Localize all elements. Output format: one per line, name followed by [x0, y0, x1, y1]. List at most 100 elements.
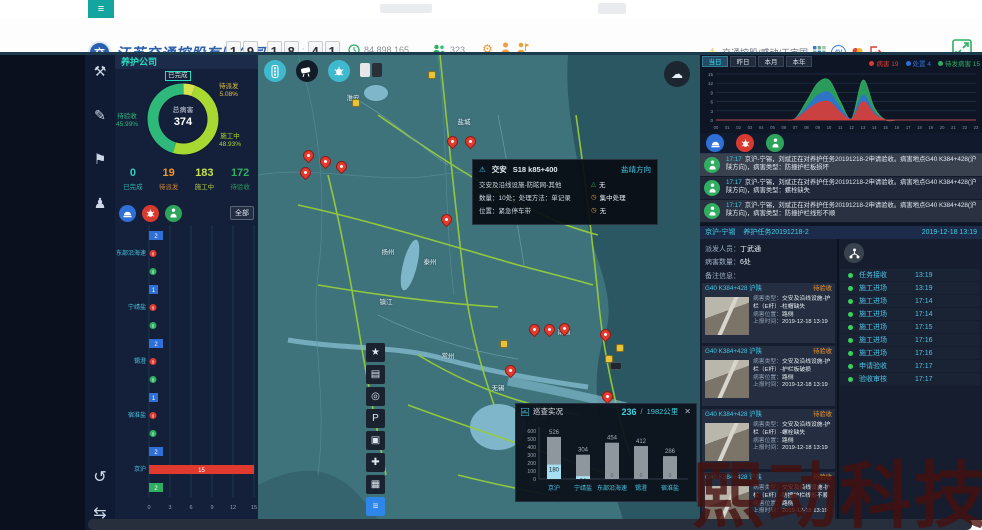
timeline-step-time: 17:16	[915, 337, 933, 344]
svg-text:20: 20	[940, 125, 945, 130]
date-tab[interactable]: 本月	[758, 56, 784, 67]
defect-pin-marker[interactable]	[439, 212, 455, 228]
defect-card[interactable]: G40 K384+428 沪陕待验收病害类型：交安及沿线设施-护栏（E杆）-护栏…	[702, 346, 835, 406]
camera-marker[interactable]	[500, 340, 508, 348]
traffic-signal-button[interactable]	[264, 60, 286, 82]
undo-icon[interactable]: ↺	[85, 467, 115, 487]
date-tab[interactable]: 本年	[786, 56, 812, 67]
event-time: 17:17	[726, 156, 742, 163]
route-maintenance-icon[interactable]: ⚒	[85, 63, 115, 80]
defect-pin-marker[interactable]	[301, 148, 317, 164]
timeline-row[interactable]: 施工进场17:14	[840, 295, 980, 307]
add-icon[interactable]: ✚	[366, 453, 385, 472]
vehicle-marker[interactable]	[610, 362, 622, 370]
clock-icon: ◷	[591, 193, 597, 201]
timeline-row[interactable]: 施工进场17:14	[840, 308, 980, 320]
camera-button[interactable]	[296, 60, 318, 82]
worker-tab-button[interactable]	[766, 134, 784, 152]
defect-pin-marker[interactable]	[600, 389, 616, 405]
defect-pin-marker[interactable]	[503, 363, 519, 379]
defect-photo[interactable]	[705, 360, 749, 398]
timeline-row[interactable]: 施工进场13:19	[840, 282, 980, 294]
patrol-popup: 巡查实况 236 / 1982公里 ✕ 01002003004005006005…	[515, 403, 697, 502]
event-row[interactable]: 17:17京沪-宁锡，刘斌正在对养护任务20191218-2申请验收。病害地点G…	[700, 200, 982, 223]
patrol-total-km: 1982公里	[647, 406, 679, 417]
locate-icon[interactable]: ◎	[366, 387, 385, 406]
construction-flag-icon[interactable]: ⚑	[85, 151, 115, 168]
alarm-tab-button[interactable]	[706, 134, 724, 152]
timeline-step-label: 施工进场	[859, 322, 915, 332]
inspection-search-icon[interactable]: ✎	[85, 107, 115, 124]
panel-icon	[521, 408, 529, 416]
camera-marker[interactable]	[352, 99, 360, 107]
menu-icon[interactable]: ≡	[366, 497, 385, 516]
timeline-row[interactable]: 施工进场17:16	[840, 334, 980, 346]
defect-pin-marker[interactable]	[527, 322, 543, 338]
defect-tab-button[interactable]	[736, 134, 754, 152]
svg-text:11: 11	[838, 125, 843, 130]
defect-pin-marker[interactable]	[463, 134, 479, 150]
parking-icon[interactable]: P	[366, 409, 385, 428]
timeline-row[interactable]: 申请验收17:17	[840, 360, 980, 372]
card-status-badge: 待验收	[813, 409, 832, 420]
defect-map-button[interactable]	[328, 60, 350, 82]
event-row[interactable]: 17:17京沪-宁锡，刘斌正在对养护任务20191218-2申请验收。病害地点G…	[700, 177, 982, 200]
close-icon[interactable]: ✕	[684, 407, 691, 416]
toggle-dark-icon	[372, 63, 382, 77]
date-tab[interactable]: 昨日	[730, 56, 756, 67]
all-filter-button[interactable]: 全部	[230, 206, 254, 220]
defect-photo[interactable]	[705, 297, 749, 335]
defect-card[interactable]: G40 K384+428 沪陕待验收病害类型：交安及沿线设施-护栏（E杆）-防撞…	[702, 472, 835, 520]
svg-text:19: 19	[928, 125, 933, 130]
svg-text:180: 180	[549, 468, 560, 474]
vertical-divider	[837, 239, 839, 520]
defect-photo[interactable]	[705, 486, 749, 520]
map-container[interactable]: 淮安盐城扬州泰州镇江南通常州无锡苏州上海 ☁ ★ ▤ ◎ P ▣ ✚ ▦ ≡	[258, 55, 700, 520]
donut-label-pending: 待派发5.08%	[219, 83, 239, 99]
defect-photo[interactable]	[705, 423, 749, 461]
event-type-tabs	[700, 133, 982, 154]
defect-card[interactable]: G40 K384+428 沪陕待验收病害类型：交安及沿线设施-护栏（E杆）-柱帽…	[702, 283, 835, 343]
camera-marker[interactable]	[616, 344, 624, 352]
favorite-icon[interactable]: ★	[366, 343, 385, 362]
timeline-row[interactable]: 任务接收13:19	[840, 269, 980, 281]
bottom-scrollbar[interactable]	[88, 519, 972, 530]
company-defect-bar-chart: 03691215东部沿海速200宁靖盐100锡澄200宿淮盐100京沪2152	[115, 225, 258, 517]
worker-icon	[771, 138, 780, 148]
weather-button[interactable]: ☁	[664, 61, 690, 87]
camera-marker[interactable]	[428, 71, 436, 79]
svg-text:3: 3	[710, 109, 713, 114]
task-route: 京沪-宁锡	[705, 226, 735, 239]
timeline-step-time: 17:15	[915, 324, 933, 331]
svg-text:17: 17	[906, 125, 911, 130]
timeline-row[interactable]: 验收审核17:17	[840, 373, 980, 385]
defect-pin-marker[interactable]	[334, 159, 350, 175]
defect-pin-marker[interactable]	[318, 154, 334, 170]
event-row[interactable]: 17:17京沪-宁锡，刘斌正在对养护任务20191218-2申请验收。病害地点G…	[700, 154, 982, 177]
map-mode-toggle[interactable]	[360, 63, 382, 77]
defect-card[interactable]: G40 K384+428 沪陕待验收病害类型：交安及沿线设施-护栏（E杆）-螺栓…	[702, 409, 835, 469]
worker-filter-button[interactable]	[165, 205, 182, 222]
timeline-row[interactable]: 施工进场17:15	[840, 321, 980, 333]
grid-icon[interactable]: ▦	[366, 475, 385, 494]
defect-filter-button[interactable]	[142, 205, 159, 222]
patrol-worker-icon[interactable]: ♟	[85, 195, 115, 212]
alarm-filter-button[interactable]	[119, 205, 136, 222]
timeline-row[interactable]: 施工进场17:16	[840, 347, 980, 359]
org-chart-button[interactable]	[844, 243, 864, 263]
layers-icon[interactable]: ▤	[366, 365, 385, 384]
defect-pin-marker[interactable]	[298, 165, 314, 181]
svg-text:36: 36	[580, 479, 587, 485]
maintenance-panel: 养护公司 总病害374 已完成 待派发5.08% 施工中48.93% 待验收45…	[115, 55, 258, 520]
tooltip-row-label: 交安及沿线设施-防眩网-其他	[479, 179, 591, 189]
chart-icon[interactable]: ▣	[366, 431, 385, 450]
collapse-menu-button[interactable]: ≡	[88, 0, 114, 18]
svg-text:18: 18	[917, 125, 922, 130]
defect-pin-marker[interactable]	[445, 134, 461, 150]
defect-pin-marker[interactable]	[598, 327, 614, 343]
date-tab[interactable]: 当日	[702, 56, 728, 67]
svg-text:01: 01	[725, 125, 730, 130]
legend-dot	[938, 61, 943, 66]
defect-pin-marker[interactable]	[542, 322, 558, 338]
svg-text:锡澄: 锡澄	[134, 357, 146, 365]
